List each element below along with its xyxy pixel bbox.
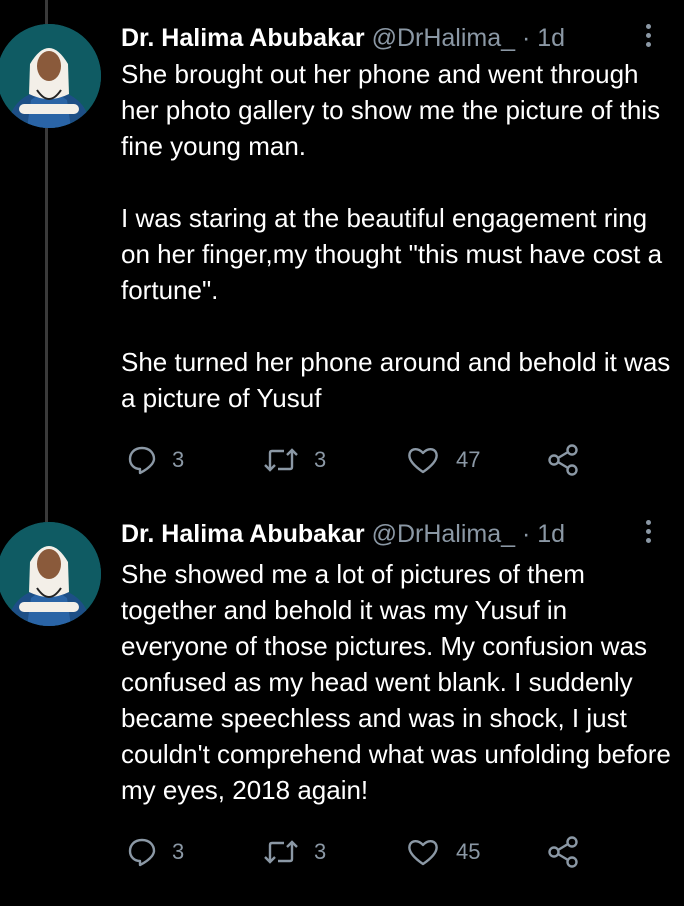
- separator: ·: [521, 24, 531, 52]
- tweet-header: Dr. Halima Abubakar @DrHalima_ · 1d: [121, 514, 565, 554]
- tweet-text: She brought out her phone and went throu…: [121, 59, 671, 413]
- author-name[interactable]: Dr. Halima Abubakar: [121, 24, 365, 52]
- reply-count: 3: [172, 839, 185, 864]
- author-name[interactable]: Dr. Halima Abubakar: [121, 520, 365, 548]
- heart-icon: [408, 447, 438, 474]
- share-icon: [548, 836, 578, 868]
- retweet-button[interactable]: 3: [262, 832, 326, 872]
- timestamp[interactable]: 1d: [537, 520, 565, 548]
- reply-icon: [128, 838, 156, 867]
- share-icon: [548, 444, 578, 476]
- tweet-text: She showed me a lot of pictures of them …: [121, 559, 671, 805]
- retweet-icon: [264, 840, 298, 864]
- tweet-actions: 3 3 45: [0, 832, 684, 872]
- tweet[interactable]: Dr. Halima Abubakar @DrHalima_ · 1d She …: [0, 514, 684, 894]
- more-vertical-icon[interactable]: [638, 24, 658, 54]
- retweet-button[interactable]: 3: [262, 440, 326, 480]
- like-button[interactable]: 47: [406, 440, 480, 480]
- more-vertical-icon[interactable]: [638, 520, 658, 550]
- avatar[interactable]: [0, 24, 101, 128]
- tweet-actions: 3 3 47: [0, 440, 684, 480]
- avatar[interactable]: [0, 522, 101, 626]
- like-count: 47: [456, 447, 481, 472]
- share-button[interactable]: [546, 440, 580, 480]
- retweet-icon: [264, 448, 298, 472]
- like-count: 45: [456, 839, 481, 864]
- retweet-count: 3: [314, 447, 327, 472]
- heart-icon: [408, 839, 438, 866]
- like-button[interactable]: 45: [406, 832, 480, 872]
- timestamp[interactable]: 1d: [537, 24, 565, 52]
- author-handle[interactable]: @DrHalima_: [372, 520, 515, 548]
- reply-icon: [128, 446, 156, 475]
- retweet-count: 3: [314, 839, 327, 864]
- separator: ·: [521, 520, 531, 548]
- tweet[interactable]: Dr. Halima Abubakar @DrHalima_ · 1d She …: [0, 18, 684, 488]
- reply-button[interactable]: 3: [126, 440, 184, 480]
- share-button[interactable]: [546, 832, 580, 872]
- reply-count: 3: [172, 447, 185, 472]
- reply-button[interactable]: 3: [126, 832, 184, 872]
- tweet-header: Dr. Halima Abubakar @DrHalima_ · 1d: [121, 18, 565, 58]
- author-handle[interactable]: @DrHalima_: [372, 24, 515, 52]
